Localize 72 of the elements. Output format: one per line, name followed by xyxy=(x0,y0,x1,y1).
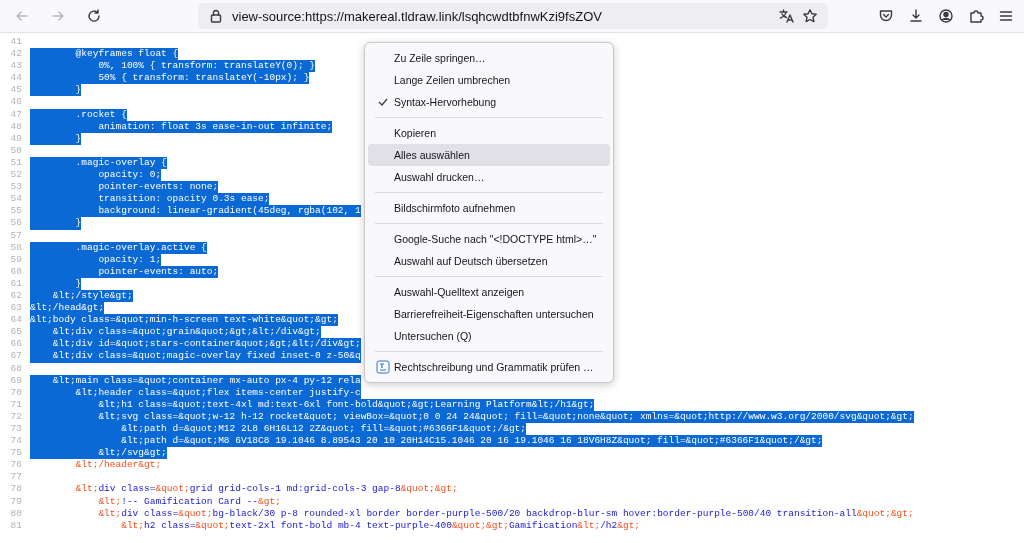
line-number: 54 xyxy=(9,193,23,206)
translate-icon[interactable] xyxy=(778,8,794,24)
line-number: 52 xyxy=(9,169,23,182)
lock-icon xyxy=(208,8,224,24)
url-text: view-source:https://makereal.tldraw.link/lsqhcwdtbfnwKzi9fsZOV xyxy=(232,8,603,24)
line-number: 64 xyxy=(9,314,23,327)
line-number: 71 xyxy=(9,398,23,411)
line-number: 59 xyxy=(9,253,23,266)
spellcheck-icon xyxy=(376,360,390,374)
line-number: 66 xyxy=(9,338,23,351)
line-number: 61 xyxy=(9,277,23,290)
menu-item[interactable]: Kopieren xyxy=(368,122,610,144)
menu-item[interactable]: Auswahl-Quelltext anzeigen xyxy=(368,281,610,303)
line-number: 62 xyxy=(9,289,23,303)
line-number: 77 xyxy=(9,471,23,484)
line-number: 43 xyxy=(9,60,23,73)
line-number: 69 xyxy=(9,374,23,387)
line-number: 46 xyxy=(9,96,23,109)
line-number: 68 xyxy=(9,362,23,375)
code-line: &lt;div class=&quot;bg-black/30 p-8 rounded-xl border border-purple-500/20 backdrop-blur-sm hover:border-purple-500/40 transition-all&quot;&gt; xyxy=(97,507,914,520)
line-number: 49 xyxy=(9,132,23,145)
menu-item[interactable]: Barrierefreiheit-Eigenschaften untersuchen xyxy=(368,303,610,325)
line-number: 74 xyxy=(9,435,23,448)
line-number: 55 xyxy=(9,205,23,218)
line-number: 76 xyxy=(9,459,23,472)
code-line: &lt;div class=&quot;grid grid-cols-1 md:grid-cols-3 gap-8&quot;&gt; xyxy=(74,483,458,496)
line-number: 58 xyxy=(9,241,23,254)
line-number: 50 xyxy=(9,144,23,157)
line-number: 47 xyxy=(9,108,23,121)
checkmark-icon xyxy=(378,98,388,106)
menu-item[interactable]: Google-Suche nach "<!DOCTYPE html>…" xyxy=(368,228,610,250)
code-line: &lt;/header&gt; xyxy=(74,459,162,472)
download-icon[interactable] xyxy=(908,8,924,24)
line-number: 81 xyxy=(9,519,23,532)
address-bar[interactable]: view-source:https://makereal.tldraw.link/lsqhcwdtbfnwKzi9fsZOV xyxy=(198,3,828,29)
star-icon[interactable] xyxy=(802,8,818,24)
line-number: 70 xyxy=(9,386,23,399)
line-number: 79 xyxy=(9,495,23,508)
line-number: 57 xyxy=(9,229,23,242)
menu-item[interactable]: Bildschirmfoto aufnehmen xyxy=(368,197,610,219)
line-number: 63 xyxy=(9,302,23,315)
reload-icon xyxy=(86,8,102,24)
menu-item[interactable]: Zu Zeile springen… xyxy=(368,47,610,69)
line-number: 80 xyxy=(9,507,23,520)
line-number: 48 xyxy=(9,120,23,133)
menu-item[interactable]: Lange Zeilen umbrechen xyxy=(368,69,610,91)
code-line: &lt;!-- Gamification Card --&gt; xyxy=(97,495,281,508)
pocket-icon[interactable] xyxy=(878,8,894,24)
line-number: 75 xyxy=(9,447,23,460)
code-line: &lt;h2 class=&quot;text-2xl font-bold mb-4 text-purple-400&quot;&gt;Gamification&lt;/h2&gt; xyxy=(120,519,641,532)
menu-item[interactable]: Auswahl drucken… xyxy=(368,166,610,188)
line-number: 51 xyxy=(9,156,23,170)
menu-item[interactable]: Auswahl auf Deutsch übersetzen xyxy=(368,250,610,272)
menu-item[interactable]: Untersuchen (Q) xyxy=(368,325,610,347)
line-number: 73 xyxy=(9,423,23,436)
menu-item[interactable]: Syntax-Hervorhebung xyxy=(368,91,610,113)
menu-item[interactable]: Rechtschreibung und Grammatik prüfen … xyxy=(368,356,610,378)
line-number: 44 xyxy=(9,72,23,85)
line-number: 42 xyxy=(9,48,23,61)
menu-icon[interactable] xyxy=(998,8,1014,24)
line-number: 67 xyxy=(9,350,23,363)
line-number: 56 xyxy=(9,217,23,230)
line-number: 65 xyxy=(9,326,23,339)
puzzle-icon[interactable] xyxy=(968,8,984,24)
line-number: 45 xyxy=(9,84,23,97)
account-icon[interactable] xyxy=(938,8,954,24)
line-number: 53 xyxy=(9,181,23,194)
line-number: 78 xyxy=(9,483,23,496)
line-number: 60 xyxy=(9,265,23,278)
menu-item[interactable]: Alles auswählen xyxy=(368,144,610,166)
line-number: 72 xyxy=(9,410,23,423)
line-number: 41 xyxy=(9,36,23,49)
